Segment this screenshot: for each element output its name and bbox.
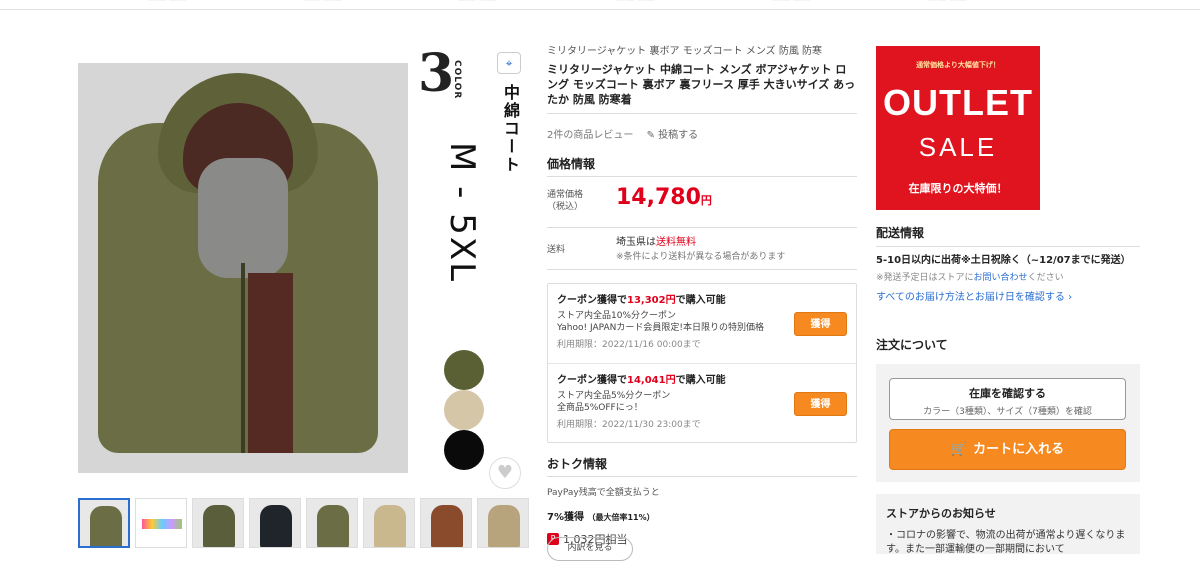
heart-icon[interactable]: ♥ <box>489 457 521 489</box>
coupon-list: クーポン獲得で13,302円で購入可能 ストア内全品10%分クーポン Yahoo… <box>547 283 857 443</box>
main-product-image[interactable] <box>78 63 408 473</box>
nav-item[interactable]: —— —— <box>772 0 811 5</box>
thumbnail[interactable] <box>192 498 244 548</box>
price-section-title: 価格情報 <box>547 157 596 171</box>
thumbnail[interactable] <box>78 498 130 548</box>
nav-item[interactable]: —— —— <box>928 0 967 5</box>
size-range-label: M - 5XL <box>442 142 482 284</box>
otoku-section: おトク情報 PayPay残高で全額支払うと 7%獲得 （最大倍率11%） P 1,… <box>547 455 857 547</box>
price-row: 通常価格 （税込） 14,780円 <box>547 185 712 212</box>
coupon-item: クーポン獲得で14,041円で購入可能 ストア内全品5%分クーポン 全商品5%O… <box>548 363 856 442</box>
chevron-right-icon: › <box>1068 292 1073 303</box>
store-notice: ストアからのお知らせ ・コロナの影響で、物流の出荷が通常より遅くなります。また一… <box>876 494 1140 555</box>
breadcrumb[interactable]: ミリタリージャケット 裏ボア モッズコート メンズ 防風 防寒 <box>547 42 857 57</box>
contact-store-link[interactable]: お問い合わせ <box>974 273 1028 283</box>
shipping-row: 送料 埼玉県は送料無料 ※条件により送料が異なる場合があります <box>547 237 786 262</box>
thumbnail[interactable] <box>363 498 415 548</box>
check-stock-button[interactable]: 在庫を確認する カラー（3種類）、サイズ（7種類）を確認 <box>889 378 1126 420</box>
order-section-title: 注文について <box>876 338 948 352</box>
thumbnail[interactable] <box>477 498 529 548</box>
view-breakdown-button[interactable]: 内訳を見る <box>547 537 633 561</box>
color-swatch-black[interactable] <box>444 430 484 470</box>
scan-icon[interactable]: ⌖ <box>497 52 521 74</box>
thumbnail[interactable] <box>420 498 472 548</box>
pencil-icon: ✎ <box>646 130 655 141</box>
coupon-item: クーポン獲得で13,302円で購入可能 ストア内全品10%分クーポン Yahoo… <box>548 284 856 363</box>
top-nav: —— —— —— —— —— —— —— —— —— —— —— —— <box>0 0 1200 10</box>
add-to-cart-button[interactable]: 🛒 カートに入れる <box>889 429 1126 470</box>
thumbnail[interactable] <box>306 498 358 548</box>
review-link[interactable]: 2件の商品レビュー <box>547 130 633 141</box>
product-title: ミリタリージャケット 中綿コート メンズ ボアジャケット ロング モッズコート … <box>547 63 856 106</box>
nav-item[interactable]: —— —— <box>303 0 342 5</box>
color-swatch-olive[interactable] <box>444 350 484 390</box>
get-coupon-button[interactable]: 獲得 <box>794 312 847 336</box>
thumbnail[interactable] <box>135 498 187 548</box>
price-value: 14,780円 <box>616 185 712 210</box>
review-row: 2件の商品レビュー ✎ 投稿する <box>547 126 857 141</box>
thumbnail[interactable] <box>249 498 301 548</box>
order-box: 在庫を確認する カラー（3種類）、サイズ（7種類）を確認 🛒 カートに入れる <box>876 364 1140 482</box>
product-info: ミリタリージャケット 裏ボア モッズコート メンズ 防風 防寒 ミリタリージャケ… <box>547 42 857 547</box>
cart-icon: 🛒 <box>950 442 968 457</box>
color-count-label: 3 COLOR <box>418 43 462 104</box>
post-review-link[interactable]: ✎ 投稿する <box>647 130 699 141</box>
delivery-info: 配送情報 5-10日以内に出荷※土日祝除く（~12/07までに発送） ※発送予定… <box>876 224 1140 303</box>
nav-item[interactable]: —— —— <box>616 0 655 5</box>
get-coupon-button[interactable]: 獲得 <box>794 392 847 416</box>
outlet-sale-banner[interactable]: 通常価格より大幅値下げ！ OUTLET SALE 在庫限りの大特価！ <box>876 46 1040 210</box>
nav-item[interactable]: —— —— <box>458 0 497 5</box>
coat-type-label: 中綿コート <box>501 84 520 174</box>
nav-item[interactable]: —— —— <box>148 0 187 5</box>
all-delivery-methods-link[interactable]: すべてのお届け方法とお届け日を確認する › <box>876 288 1140 303</box>
color-swatch-beige[interactable] <box>444 390 484 430</box>
